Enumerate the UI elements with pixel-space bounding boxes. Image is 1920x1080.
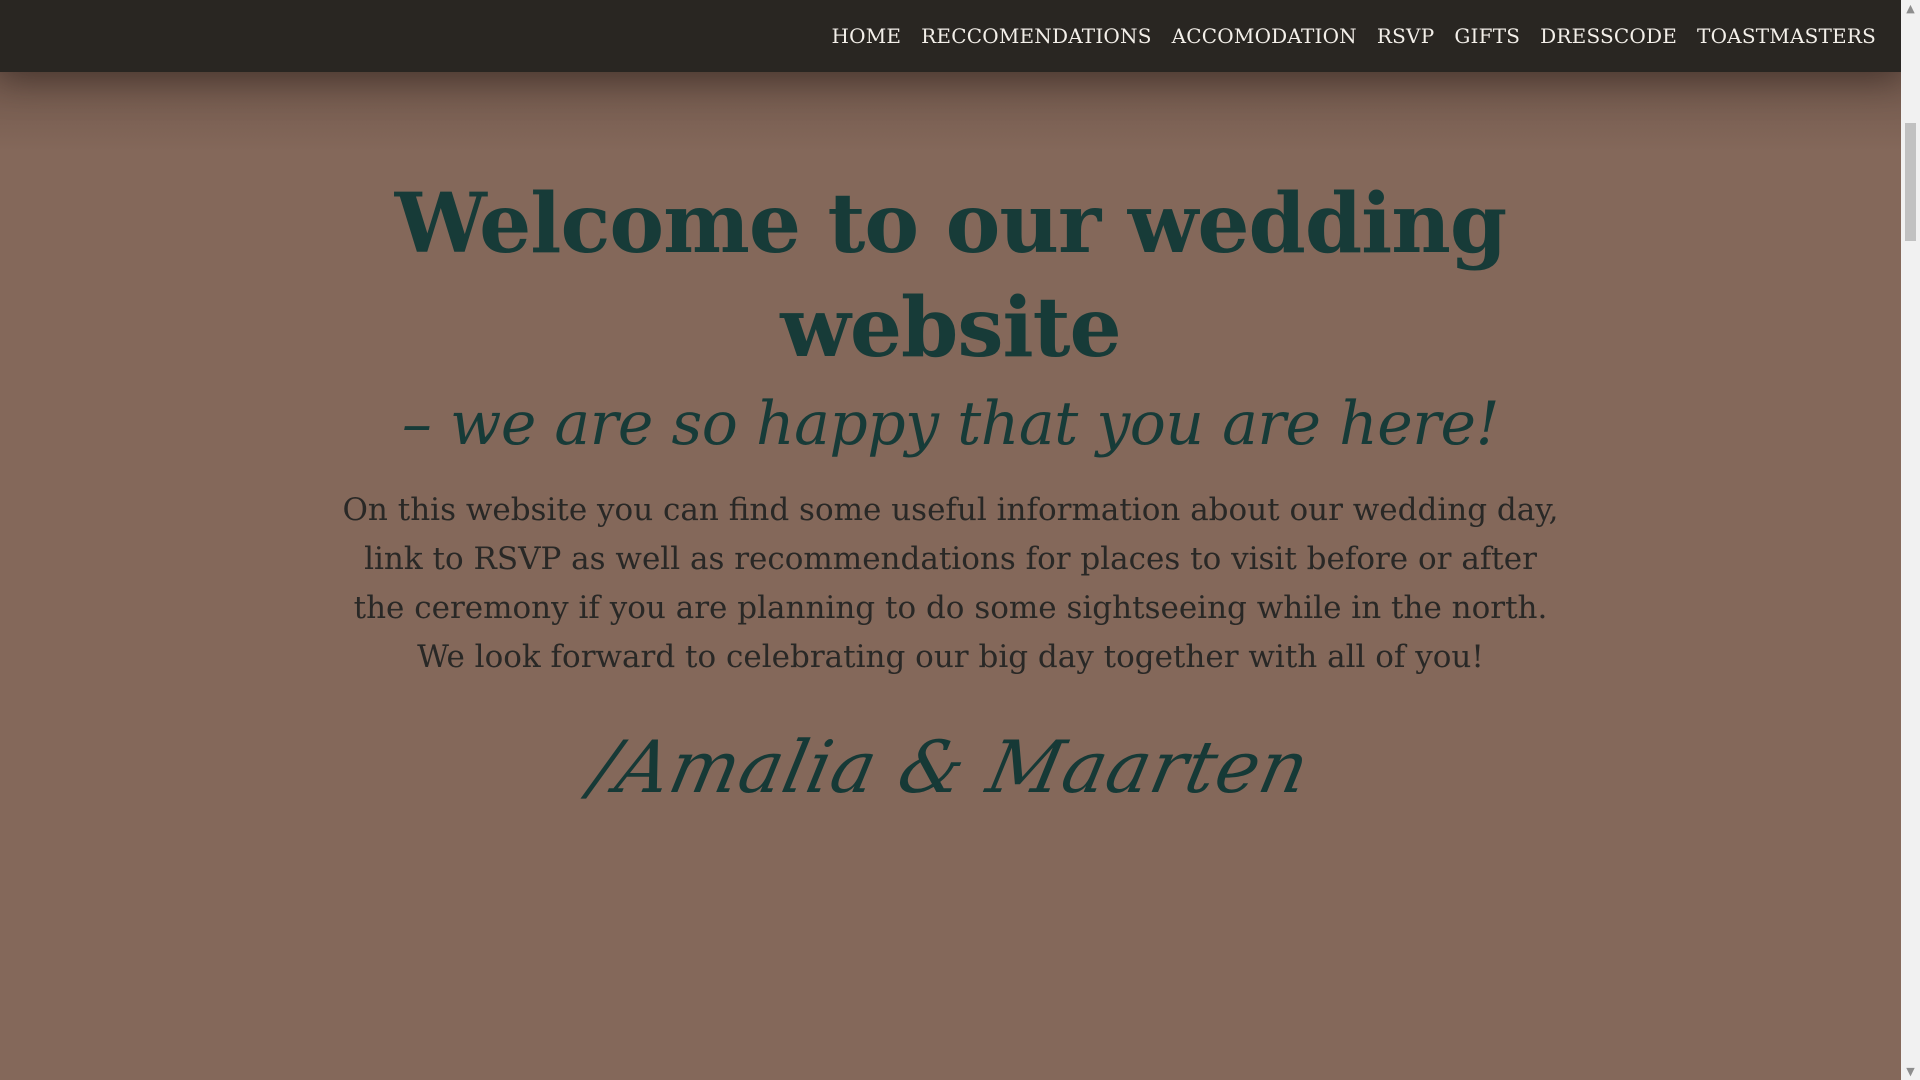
scrollbar-track[interactable] [1901,17,1920,1063]
page-title-line-1: Welcome to our wedding [394,176,1508,272]
nav-dresscode-link[interactable]: DRESSCODE [1540,26,1677,46]
chevron-up-icon[interactable]: ▲ [1901,0,1920,17]
page-title-line-2: website [780,280,1121,376]
nav-home-link[interactable]: HOME [831,26,901,46]
scrollbar-thumb[interactable] [1905,123,1916,241]
welcome-section: Welcome to our wedding website – we are … [0,72,1901,1080]
page-title: Welcome to our wedding website [0,172,1901,380]
chevron-down-icon[interactable]: ▼ [1901,1063,1920,1080]
nav-rsvp-link[interactable]: RSVP [1377,26,1434,46]
couple-signature: /Amalia & Maarten [583,725,1318,809]
nav-recommendations-link[interactable]: RECCOMENDATIONS [921,26,1151,46]
nav-accommodation-link[interactable]: ACCOMODATION [1172,26,1357,46]
welcome-subtitle: – we are so happy that you are here! [401,389,1500,459]
welcome-intro-text: On this website you can find some useful… [342,492,1559,675]
vertical-scrollbar[interactable]: ▲ ▼ [1901,0,1920,1080]
wedding-website-page: HOME RECCOMENDATIONS ACCOMODATION RSVP G… [0,0,1920,1080]
top-navigation: HOME RECCOMENDATIONS ACCOMODATION RSVP G… [0,0,1901,72]
nav-gifts-link[interactable]: GIFTS [1454,26,1520,46]
navigation-links: HOME RECCOMENDATIONS ACCOMODATION RSVP G… [831,0,1876,72]
nav-toastmasters-link[interactable]: TOASTMASTERS [1697,26,1876,46]
